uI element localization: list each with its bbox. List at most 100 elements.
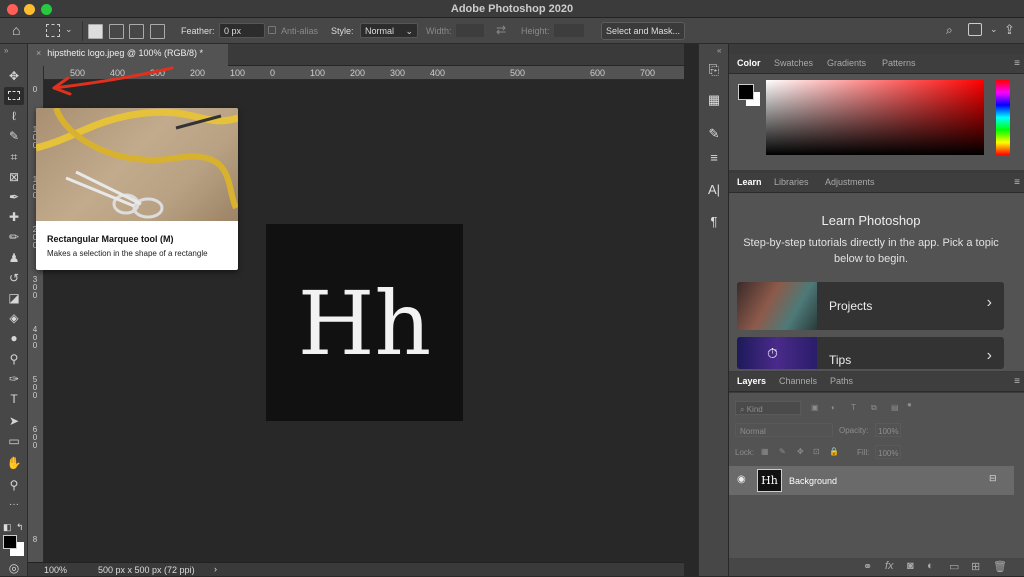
tab-channels[interactable]: Channels: [779, 376, 817, 386]
workspace-icon[interactable]: [968, 23, 982, 36]
image-filter-icon[interactable]: ▣: [811, 403, 819, 412]
healing-brush-tool-icon[interactable]: ✚: [4, 208, 24, 226]
subtract-selection-icon[interactable]: [129, 24, 144, 39]
history-panel-icon[interactable]: ⎘: [704, 60, 724, 80]
character-panel-icon[interactable]: A|: [704, 180, 724, 200]
hue-slider[interactable]: [996, 80, 1010, 155]
type-tool-icon[interactable]: T: [4, 390, 24, 408]
blur-tool-icon[interactable]: ●: [4, 329, 24, 347]
add-mask-icon[interactable]: ◙: [907, 560, 914, 572]
chevron-right-icon[interactable]: ›: [214, 564, 217, 574]
color-picker-field[interactable]: [766, 80, 984, 155]
pen-tool-icon[interactable]: ✑: [4, 370, 24, 388]
paint-bucket-tool-icon[interactable]: ◈: [4, 309, 24, 327]
eraser-tool-icon[interactable]: ◪: [4, 289, 24, 307]
close-tab-icon[interactable]: ×: [36, 48, 41, 58]
chevron-down-icon[interactable]: ⌄: [990, 24, 998, 35]
more-tools-icon[interactable]: ···: [4, 496, 24, 514]
width-input[interactable]: [455, 23, 485, 38]
shape-filter-icon[interactable]: ⧉: [871, 403, 877, 413]
opacity-input[interactable]: 100%: [875, 423, 901, 437]
antialias-checkbox[interactable]: [268, 26, 276, 34]
share-icon[interactable]: ⇪: [1004, 22, 1015, 38]
lock-position-icon[interactable]: ✥: [797, 447, 804, 456]
crop-tool-icon[interactable]: ⌗: [4, 148, 24, 166]
lock-icon[interactable]: ⊟: [989, 473, 997, 484]
home-icon[interactable]: ⌂: [12, 22, 20, 38]
paragraph-panel-icon[interactable]: ¶: [704, 212, 724, 232]
learn-card-tips[interactable]: ⏱ Tips ›: [737, 337, 1004, 369]
projects-thumbnail: [737, 282, 817, 330]
hand-tool-icon[interactable]: ✋: [4, 454, 24, 472]
new-selection-icon[interactable]: [88, 24, 103, 39]
adjust-panel-icon[interactable]: ≡: [704, 148, 724, 168]
tab-layers[interactable]: Layers: [737, 376, 766, 386]
history-brush-tool-icon[interactable]: ↺: [4, 269, 24, 287]
search-icon[interactable]: ⌕: [946, 23, 953, 38]
select-and-mask-button[interactable]: Select and Mask...: [601, 22, 685, 40]
link-layers-icon[interactable]: ⚭: [863, 560, 872, 573]
brush-settings-icon[interactable]: ✎: [704, 124, 724, 144]
new-group-icon[interactable]: ▭: [949, 560, 959, 573]
document-canvas[interactable]: Hh: [266, 224, 463, 421]
type-filter-icon[interactable]: T: [851, 403, 856, 412]
feather-input[interactable]: 0 px: [219, 23, 265, 38]
lasso-tool-icon[interactable]: ℓ: [4, 107, 24, 125]
foreground-color-swatch[interactable]: [738, 84, 754, 100]
properties-panel-icon[interactable]: ▦: [704, 90, 724, 110]
fill-input[interactable]: 100%: [875, 445, 901, 459]
adjustment-layer-icon[interactable]: ◐: [927, 560, 934, 572]
lock-transparency-icon[interactable]: ▦: [761, 447, 769, 456]
eye-icon[interactable]: ◉: [737, 474, 746, 485]
panel-menu-icon[interactable]: ≡: [1014, 177, 1020, 188]
tab-adjustments[interactable]: Adjustments: [825, 177, 875, 187]
panel-menu-icon[interactable]: ≡: [1014, 376, 1020, 387]
clone-stamp-tool-icon[interactable]: ♟: [4, 249, 24, 267]
tab-libraries[interactable]: Libraries: [774, 177, 809, 187]
new-layer-icon[interactable]: ⊞: [971, 560, 980, 573]
eyedropper-tool-icon[interactable]: ✒: [4, 188, 24, 206]
kind-filter-select[interactable]: ⌕ Kind: [735, 401, 801, 415]
foreground-color-swatch[interactable]: [3, 535, 17, 549]
brush-tool-icon[interactable]: ✏: [4, 228, 24, 246]
dodge-tool-icon[interactable]: ⚲: [4, 350, 24, 368]
path-selection-tool-icon[interactable]: ➤: [4, 412, 24, 430]
expand-icon[interactable]: «: [717, 46, 721, 55]
rectangular-marquee-tool-icon[interactable]: [4, 87, 24, 105]
blend-mode-select[interactable]: Normal: [735, 423, 833, 437]
learn-card-projects[interactable]: Projects ›: [737, 282, 1004, 330]
panel-menu-icon[interactable]: ≡: [1014, 58, 1020, 69]
style-select[interactable]: Normal ⌄: [360, 23, 418, 38]
default-colors-icon[interactable]: ◧: [3, 522, 12, 533]
lock-artboard-icon[interactable]: ⊡: [813, 447, 820, 456]
quick-mask-icon[interactable]: ◎: [4, 559, 24, 577]
trash-icon[interactable]: 🗑: [993, 560, 1007, 573]
fx-icon[interactable]: fx: [885, 560, 894, 572]
swap-colors-icon[interactable]: ↰: [16, 522, 24, 533]
collapse-icon[interactable]: »: [4, 46, 8, 55]
swap-dimensions-icon[interactable]: ⇄: [496, 23, 506, 37]
quick-selection-tool-icon[interactable]: ✎: [4, 127, 24, 145]
tab-gradients[interactable]: Gradients: [827, 58, 866, 68]
move-tool-icon[interactable]: ✥: [4, 67, 24, 85]
rectangle-tool-icon[interactable]: ▭: [4, 432, 24, 450]
height-input[interactable]: [553, 23, 585, 38]
lock-all-icon[interactable]: 🔒: [829, 447, 839, 456]
smart-object-filter-icon[interactable]: ▤: [891, 403, 899, 412]
tab-paths[interactable]: Paths: [830, 376, 853, 386]
add-selection-icon[interactable]: [109, 24, 124, 39]
tab-color[interactable]: Color: [737, 58, 761, 68]
tab-learn[interactable]: Learn: [737, 177, 762, 187]
lock-pixels-icon[interactable]: ✎: [779, 447, 786, 456]
adjustment-filter-icon[interactable]: ◐: [831, 403, 836, 412]
filter-toggle-icon[interactable]: ●: [907, 400, 912, 409]
zoom-level[interactable]: 100%: [44, 565, 67, 575]
zoom-tool-icon[interactable]: ⚲: [4, 476, 24, 494]
tab-patterns[interactable]: Patterns: [882, 58, 916, 68]
frame-tool-icon[interactable]: ⊠: [4, 168, 24, 186]
tab-swatches[interactable]: Swatches: [774, 58, 813, 68]
intersect-selection-icon[interactable]: [150, 24, 165, 39]
marquee-preset-icon[interactable]: [46, 24, 60, 37]
layer-name[interactable]: Background: [789, 476, 837, 486]
chevron-down-icon[interactable]: ⌄: [65, 24, 73, 35]
